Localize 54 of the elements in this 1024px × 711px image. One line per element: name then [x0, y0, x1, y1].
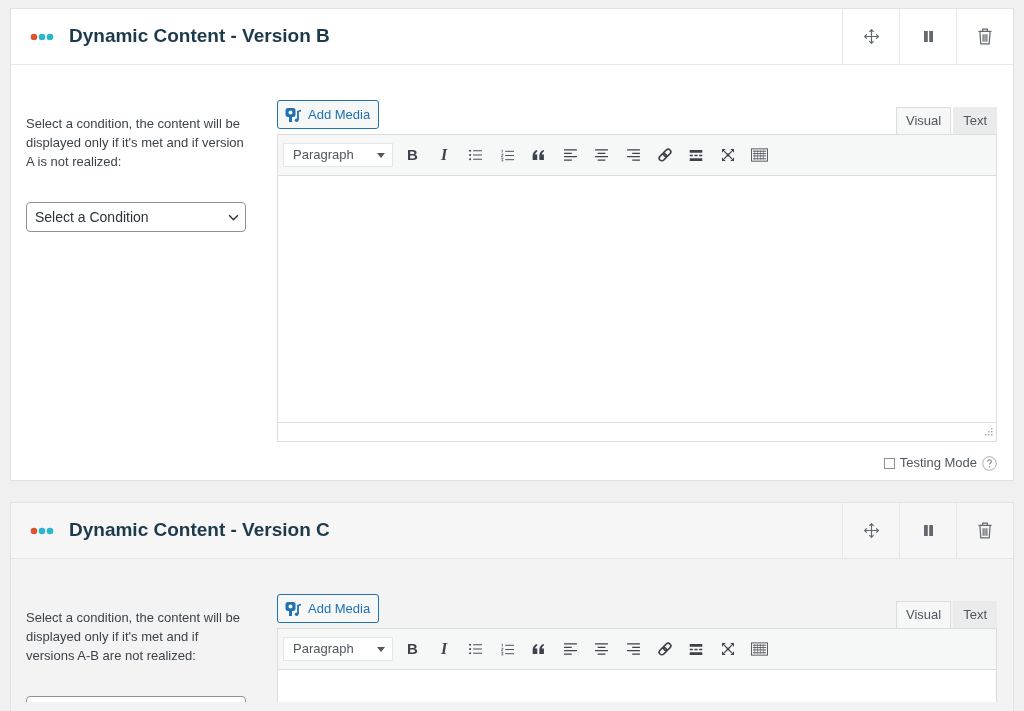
- pause-icon: [923, 525, 933, 536]
- condition-select[interactable]: Select a Condition: [26, 202, 246, 232]
- editor-tab[interactable]: Visual: [895, 601, 952, 628]
- quote-icon: [532, 150, 545, 160]
- condition-description: Select a condition, the content will be displayed only if it's met and if version A is not realized:: [26, 115, 245, 171]
- link-icon: [656, 641, 673, 657]
- align-right-icon: [626, 643, 640, 655]
- caret-icon: [377, 646, 385, 652]
- dots-icon: [30, 32, 54, 41]
- keyboard-icon: [750, 642, 768, 656]
- fullscreen-icon: [720, 643, 735, 655]
- editor-tab[interactable]: Text: [953, 601, 997, 628]
- align-left-icon: [563, 643, 577, 655]
- bulleted-list-icon: [469, 149, 482, 161]
- read-more-icon: [689, 643, 703, 655]
- help-icon: [982, 455, 997, 471]
- editor-tab[interactable]: Text: [953, 107, 997, 134]
- condition-description: Select a condition, the content will be displayed only if it's met and if versions A-B are not realized:: [26, 609, 241, 665]
- bulleted-list-icon: [469, 643, 482, 655]
- italic-button[interactable]: I: [429, 634, 459, 664]
- testing-mode-checkbox[interactable]: [883, 457, 895, 469]
- align-center-icon: [595, 643, 608, 655]
- trash-icon: [978, 28, 992, 45]
- read-more-icon: [689, 149, 703, 161]
- quote-icon: [532, 644, 545, 654]
- editor-tab[interactable]: Visual: [895, 107, 952, 134]
- add-media-button[interactable]: Add Media: [277, 594, 380, 623]
- format-select[interactable]: Paragraph: [283, 637, 393, 661]
- italic-button[interactable]: I: [429, 140, 459, 170]
- move-icon: [863, 29, 879, 44]
- bold-button[interactable]: B: [397, 634, 428, 664]
- move-icon: [863, 523, 879, 538]
- fullscreen-icon: [720, 149, 735, 161]
- media-icon: [285, 600, 302, 617]
- numbered-list-icon: [500, 642, 514, 656]
- media-icon: [285, 106, 302, 123]
- align-left-icon: [563, 149, 577, 161]
- add-media-button[interactable]: Add Media: [277, 100, 380, 129]
- numbered-list-icon: [500, 148, 514, 162]
- align-right-icon: [626, 149, 640, 161]
- trash-icon: [978, 522, 992, 539]
- panel-title: Dynamic Content - Version B: [69, 25, 330, 48]
- link-icon: [656, 147, 673, 163]
- format-select[interactable]: Paragraph: [283, 143, 393, 167]
- keyboard-icon: [750, 148, 768, 162]
- bold-button[interactable]: B: [397, 140, 428, 170]
- testing-mode-label: Testing Mode: [899, 454, 977, 471]
- caret-icon: [377, 152, 385, 158]
- pause-icon: [923, 31, 933, 42]
- chevron-icon: [228, 213, 239, 221]
- resize-handle-icon: [985, 428, 993, 436]
- panel-title: Dynamic Content - Version C: [69, 519, 330, 542]
- dots-icon: [30, 526, 54, 535]
- align-center-icon: [595, 149, 608, 161]
